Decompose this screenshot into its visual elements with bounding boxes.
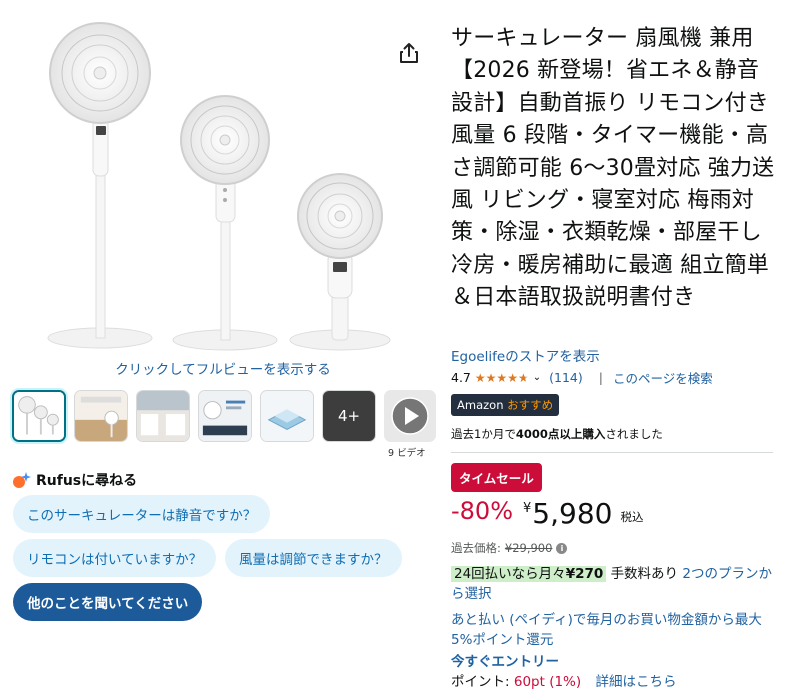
- fullview-link[interactable]: クリックしてフルビューを表示する: [0, 358, 446, 378]
- rufus-title-text: Rufusに尋ねる: [36, 473, 138, 489]
- purchase-count-text: 過去1か月で4000点以上購入されました: [451, 426, 663, 442]
- rufus-question-quiet[interactable]: このサーキュレーターは静音ですか？: [13, 495, 271, 533]
- tax-label: 税込: [620, 510, 644, 524]
- thumbnail-fan-image: [14, 392, 64, 440]
- points-detail-link[interactable]: 詳細はこちら: [595, 674, 676, 690]
- purchased-suffix: されました: [605, 427, 663, 441]
- divider: [451, 452, 773, 453]
- discount-percentage: -80%: [451, 497, 514, 525]
- past-price-label: 過去価格:: [451, 541, 501, 555]
- badge-prefix: Amazon: [457, 398, 504, 412]
- installment-amount: ¥270: [565, 566, 604, 582]
- currency-symbol: ¥: [523, 501, 532, 516]
- rating-count-link[interactable]: (114): [549, 370, 583, 385]
- entry-link[interactable]: 今すぐエントリー: [451, 650, 559, 670]
- star-full-icon: ★: [474, 370, 486, 385]
- star-full-icon: ★: [507, 370, 518, 385]
- product-title: サーキュレーター 扇風機 兼用【2026 新登場！省エネ＆静音設計】自動首振り …: [451, 26, 775, 311]
- points-value: 60pt: [513, 674, 545, 690]
- star-half-icon: ★: [517, 370, 529, 385]
- installment-prefix: 24回払いなら月々: [454, 566, 566, 582]
- price-row: -80% ¥ 5,980 税込: [451, 497, 643, 530]
- fan-product-illustration: [47, 22, 391, 351]
- thumbnail-more[interactable]: 4+: [322, 390, 376, 442]
- thumbnail-4[interactable]: [198, 390, 252, 442]
- amazon-recommends-badge: Amazon おすすめ: [451, 394, 560, 416]
- rufus-ask-button[interactable]: 他のことを聞いてください: [13, 583, 203, 621]
- installment-info: 24回払いなら月々¥270 手数料あり 2つのプランから選択: [451, 564, 781, 604]
- points-label: ポイント:: [451, 674, 510, 690]
- chevron-down-icon[interactable]: ⌄: [533, 372, 541, 383]
- share-icon: [400, 43, 418, 63]
- info-icon[interactable]: i: [556, 542, 568, 554]
- price-value: 5,980: [532, 497, 613, 530]
- thumbnail-room-image: [75, 391, 127, 441]
- purchased-prefix: 過去1か月で: [451, 427, 516, 441]
- paidy-link[interactable]: あと払い (ペイディ)で毎月のお買い物金額から最大5%ポイント還元: [451, 610, 781, 650]
- main-product-image[interactable]: [40, 20, 406, 360]
- star-full-icon: ★: [485, 370, 497, 385]
- rating-separator: |: [598, 370, 603, 385]
- thumbnail-1[interactable]: [12, 390, 66, 442]
- purchased-bold: 4000点以上購入: [515, 427, 606, 441]
- installment-fee: 手数料あり: [610, 566, 679, 582]
- rating-stars[interactable]: ★ ★ ★ ★ ★: [475, 371, 529, 385]
- points-percentage: (1%): [549, 674, 582, 690]
- more-images-label: 4+: [337, 407, 361, 425]
- thumbnail-2[interactable]: [74, 390, 128, 442]
- deal-badge: タイムセール: [451, 463, 542, 492]
- badge-suffix: おすすめ: [507, 398, 554, 412]
- rufus-question-airflow[interactable]: 風量は調節できますか？: [225, 539, 402, 577]
- past-price: 過去価格: ¥29,900 i: [451, 540, 568, 556]
- rating-row: 4.7 ★ ★ ★ ★ ★ ⌄ (114) | このページを検索: [451, 368, 713, 387]
- thumbnail-video[interactable]: [384, 390, 436, 442]
- video-count-label: 9 ビデオ: [388, 448, 426, 459]
- past-price-value: ¥29,900: [504, 541, 553, 555]
- share-button[interactable]: [396, 40, 422, 66]
- rating-value: 4.7: [451, 370, 471, 385]
- play-icon: [384, 390, 436, 442]
- rufus-sparkle-icon: [13, 472, 31, 488]
- thumbnail-lifestyle-image: [137, 391, 189, 441]
- points-row: ポイント: 60pt (1%) 詳細はこちら: [451, 670, 676, 690]
- star-full-icon: ★: [496, 370, 508, 385]
- search-page-link[interactable]: このページを検索: [613, 368, 713, 387]
- thumbnail-floorplan-image: [261, 391, 313, 441]
- store-link[interactable]: Egoelifeのストアを表示: [451, 345, 600, 365]
- thumbnail-3[interactable]: [136, 390, 190, 442]
- rufus-heading: Rufusに尋ねる: [12, 470, 137, 490]
- thumbnail-5[interactable]: [260, 390, 314, 442]
- thumbnail-feature-image: [199, 391, 251, 441]
- installment-highlight: 24回払いなら月々¥270: [451, 566, 607, 582]
- rufus-question-remote[interactable]: リモコンは付いていますか？: [13, 539, 217, 577]
